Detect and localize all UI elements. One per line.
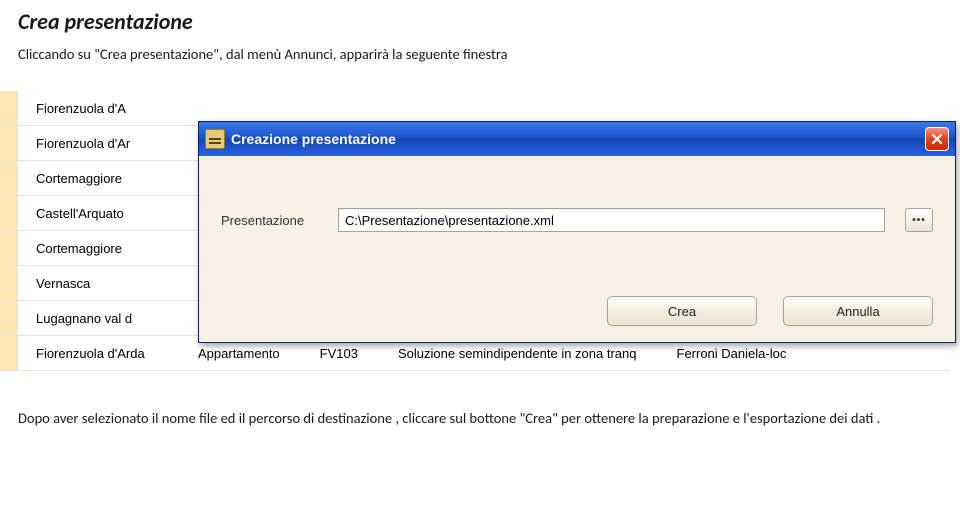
desc-cell: Soluzione semindipendente in zona tranq	[398, 346, 637, 361]
city-cell: Fiorenzuola d'A	[18, 101, 198, 116]
presentation-icon	[205, 129, 225, 149]
type-cell: Appartamento	[198, 346, 280, 361]
city-cell: Cortemaggiore	[18, 241, 198, 256]
row-indicator	[0, 301, 18, 335]
city-cell: Cortemaggiore	[18, 171, 198, 186]
page-footer-text: Dopo aver selezionato il nome file ed il…	[0, 396, 960, 430]
browse-button[interactable]: •••	[905, 208, 933, 232]
row-indicator	[0, 161, 18, 195]
city-cell: Fiorenzuola d'Arda	[18, 346, 198, 361]
create-button[interactable]: Crea	[607, 296, 757, 326]
row-indicator	[0, 231, 18, 265]
cancel-button[interactable]: Annulla	[783, 296, 933, 326]
dialog-title: Creazione presentazione	[231, 131, 919, 147]
row-indicator	[0, 91, 18, 125]
city-cell: Castell'Arquato	[18, 206, 198, 221]
close-button[interactable]	[925, 127, 949, 151]
page-subtitle: Cliccando su "Crea presentazione", dal m…	[0, 35, 960, 63]
row-indicator	[0, 266, 18, 300]
city-cell: Vernasca	[18, 276, 198, 291]
code-cell: FV103	[320, 346, 358, 361]
row-indicator	[0, 196, 18, 230]
ellipsis-icon: •••	[912, 215, 926, 226]
row-indicator	[0, 336, 18, 370]
presentation-label: Presentazione	[221, 213, 316, 228]
agent-cell: Ferroni Daniela-loc	[677, 346, 787, 361]
city-cell: Fiorenzuola d'Ar	[18, 136, 198, 151]
city-cell: Lugagnano val d	[18, 311, 198, 326]
presentation-path-input[interactable]	[338, 208, 885, 232]
page-title: Crea presentazione	[0, 0, 960, 35]
close-icon	[931, 133, 943, 145]
screenshot-region: Fiorenzuola d'A Fiorenzuola d'Ar Cortema…	[0, 91, 960, 396]
row-indicator	[0, 126, 18, 160]
create-presentation-dialog: Creazione presentazione Presentazione ••…	[198, 121, 956, 343]
dialog-titlebar[interactable]: Creazione presentazione	[199, 122, 955, 156]
